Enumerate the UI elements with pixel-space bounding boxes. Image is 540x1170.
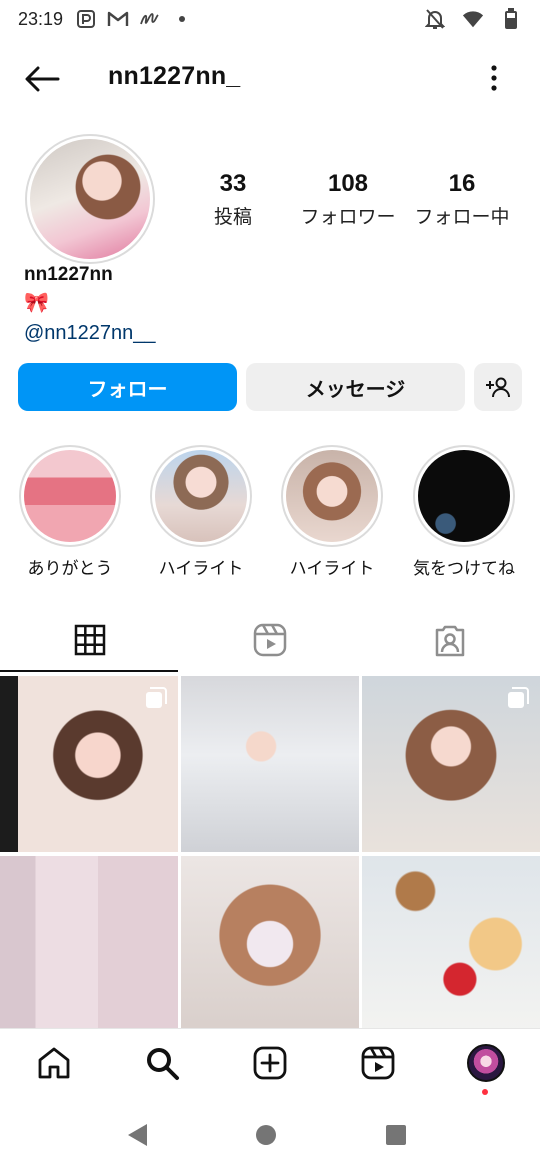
- highlight-item[interactable]: 気をつけてね: [404, 445, 524, 579]
- following-count: 16: [448, 170, 476, 197]
- profile-avatar[interactable]: [25, 134, 155, 264]
- highlight-item[interactable]: ハイライト: [141, 445, 261, 579]
- highlight-item[interactable]: ハイライト: [272, 445, 392, 579]
- nav-reels[interactable]: [356, 1041, 400, 1085]
- bio-ribbon-emoji: 🎀: [24, 290, 49, 314]
- profile-stats: 33 投稿 108 フォロワー 16 フォロー中: [185, 170, 530, 234]
- battery-icon: [500, 8, 522, 30]
- reels-icon: [361, 1046, 395, 1080]
- highlight-image: [155, 450, 247, 542]
- message-button[interactable]: メッセージ: [246, 363, 465, 411]
- more-vertical-icon: [491, 65, 497, 91]
- post-thumbnail[interactable]: [0, 676, 178, 852]
- profile-avatar-small: [467, 1044, 505, 1082]
- nav-home[interactable]: [32, 1041, 76, 1085]
- follow-button[interactable]: フォロー: [18, 363, 237, 411]
- carousel-icon: [508, 687, 529, 708]
- tab-posts-grid[interactable]: [0, 610, 180, 670]
- post-thumbnail[interactable]: [362, 856, 540, 1032]
- search-icon: [147, 1048, 179, 1080]
- post-thumbnail[interactable]: [0, 856, 178, 1032]
- back-triangle-icon: [128, 1124, 147, 1146]
- back-button[interactable]: [22, 62, 62, 96]
- nav-profile[interactable]: [464, 1041, 508, 1085]
- highlight-label: ハイライト: [289, 559, 375, 579]
- profile-actions: フォロー メッセージ: [18, 363, 522, 411]
- following-label: フォロー中: [414, 206, 510, 228]
- home-icon: [38, 1047, 70, 1079]
- gmail-icon: [107, 8, 129, 30]
- create-icon: [253, 1046, 287, 1080]
- m-app-icon: [139, 8, 161, 30]
- carousel-icon: [146, 687, 167, 708]
- highlight-cover: [413, 445, 515, 547]
- stat-followers[interactable]: 108 フォロワー: [293, 170, 403, 229]
- highlight-cover: [281, 445, 383, 547]
- display-name: nn1227nn: [24, 264, 113, 285]
- add-person-icon: [486, 377, 510, 398]
- dot-icon: [171, 8, 193, 30]
- more-options-button[interactable]: [484, 60, 504, 96]
- highlight-item[interactable]: ありがとう: [10, 445, 130, 579]
- post-thumbnail[interactable]: [362, 676, 540, 852]
- highlight-image: [286, 450, 378, 542]
- post-thumbnail[interactable]: [181, 676, 359, 852]
- posts-grid: [0, 676, 540, 1032]
- p-app-icon: [75, 8, 97, 30]
- avatar-image: [30, 139, 150, 259]
- system-recents-button[interactable]: [381, 1120, 411, 1150]
- reels-icon: [253, 623, 287, 657]
- notifications-off-icon: [424, 8, 446, 30]
- system-home-button[interactable]: [251, 1120, 281, 1150]
- recents-square-icon: [386, 1125, 406, 1145]
- grid-icon: [74, 624, 106, 656]
- tab-tagged[interactable]: [360, 610, 540, 670]
- bio-mention-link[interactable]: @nn1227nn__: [24, 322, 504, 345]
- tab-reels[interactable]: [180, 610, 360, 670]
- tagged-icon: [435, 625, 465, 657]
- status-time: 23:19: [18, 8, 64, 29]
- arrow-left-icon: [25, 66, 60, 92]
- home-circle-icon: [256, 1125, 276, 1145]
- highlight-image: [24, 450, 116, 542]
- system-navigation: [0, 1100, 540, 1170]
- highlight-label: ハイライト: [158, 559, 244, 579]
- post-thumbnail[interactable]: [181, 856, 359, 1032]
- profile-bio: nn1227nn 🎀 @nn1227nn__: [24, 264, 504, 345]
- followers-count: 108: [327, 170, 369, 197]
- active-tab-indicator: [0, 670, 178, 672]
- highlight-label: 気をつけてね: [413, 559, 515, 579]
- posts-count: 33: [219, 170, 247, 197]
- stat-following[interactable]: 16 フォロー中: [409, 170, 515, 229]
- stat-posts[interactable]: 33 投稿: [203, 170, 263, 229]
- posts-label: 投稿: [213, 206, 252, 228]
- system-back-button[interactable]: [122, 1120, 152, 1150]
- story-highlights: ありがとう ハイライト ハイライト 気をつけてね: [0, 445, 540, 580]
- profile-header: nn1227nn_: [0, 54, 540, 104]
- suggested-users-button[interactable]: [474, 363, 522, 411]
- notification-dot: [482, 1089, 488, 1095]
- highlight-image: [418, 450, 510, 542]
- bottom-navigation: [0, 1028, 540, 1098]
- wifi-icon: [462, 8, 484, 30]
- nav-create[interactable]: [248, 1041, 292, 1085]
- highlight-cover: [19, 445, 121, 547]
- page-title: nn1227nn_: [108, 62, 241, 90]
- status-bar: 23:19: [0, 0, 540, 38]
- profile-tabs: [0, 610, 540, 672]
- followers-label: フォロワー: [300, 206, 396, 228]
- highlight-cover: [150, 445, 252, 547]
- highlight-label: ありがとう: [27, 559, 113, 579]
- nav-search[interactable]: [140, 1041, 184, 1085]
